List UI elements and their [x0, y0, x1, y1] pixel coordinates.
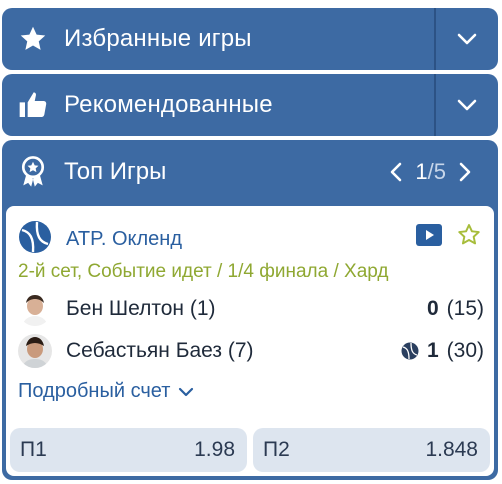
match-status: 2-й сет, Событие идет / 1/4 финала / Хар… [18, 261, 389, 282]
top-games-card: Топ Игры 1/5 ATP. Окленд 2-й сет, Событи… [2, 140, 498, 480]
chevron-down-icon[interactable] [178, 387, 194, 397]
league-name[interactable]: ATP. Окленд [66, 228, 182, 251]
recommended-section-header[interactable]: Рекомендованные [2, 74, 498, 136]
player-name: Бен Шелтон (1) [66, 297, 216, 320]
detailed-score-link[interactable]: Подробный счет [18, 380, 194, 403]
odds-label: П2 [263, 438, 290, 461]
match-tools [416, 222, 482, 253]
league-row[interactable]: ATP. Окленд [18, 220, 182, 259]
star-icon [2, 8, 64, 70]
player-row: Бен Шелтон (1) 0 (15) [18, 292, 484, 326]
recommended-label: Рекомендованные [64, 91, 273, 118]
top-games-widget: Избранные игры Рекомендованные Топ Игры [0, 0, 502, 484]
video-play-icon[interactable] [416, 224, 442, 251]
serving-ball-icon [401, 342, 419, 360]
tennis-ball-icon [18, 220, 52, 259]
odds-label: П1 [20, 438, 47, 461]
pager: 1/5 [383, 156, 478, 188]
chevron-down-icon[interactable] [436, 74, 498, 136]
detailed-score-label[interactable]: Подробный счет [18, 380, 170, 403]
page-current: 1 [415, 159, 428, 184]
player-avatar [18, 334, 52, 368]
odds-button-p1[interactable]: П1 1.98 [10, 428, 247, 472]
match-card[interactable]: ATP. Окленд 2-й сет, Событие идет / 1/4 … [6, 206, 494, 476]
top-games-label: Топ Игры [64, 158, 167, 185]
player-row: Себастьян Баез (7) 1 (30) [18, 334, 484, 368]
player-avatar [18, 292, 52, 326]
chevron-down-icon[interactable] [436, 8, 498, 70]
player-games: (30) [446, 339, 484, 362]
player-sets: 1 [426, 339, 439, 362]
player-sets: 0 [426, 297, 439, 320]
favorites-label: Избранные игры [64, 25, 252, 52]
chevron-right-icon[interactable] [452, 156, 478, 188]
favorite-star-icon[interactable] [456, 222, 482, 253]
chevron-left-icon[interactable] [383, 156, 409, 188]
odds-value: 1.848 [425, 438, 478, 461]
thumbs-up-icon [2, 74, 64, 136]
odds-value: 1.98 [194, 438, 235, 461]
favorites-section-header[interactable]: Избранные игры [2, 8, 498, 70]
page-total: 5 [433, 159, 446, 184]
page-indicator: 1/5 [415, 159, 446, 185]
odds-button-p2[interactable]: П2 1.848 [253, 428, 490, 472]
top-games-header: Топ Игры 1/5 [2, 140, 498, 204]
odds-row: П1 1.98 П2 1.848 [10, 428, 490, 472]
player-name: Себастьян Баез (7) [66, 339, 254, 362]
award-ribbon-icon [2, 140, 64, 204]
player-games: (15) [446, 297, 484, 320]
